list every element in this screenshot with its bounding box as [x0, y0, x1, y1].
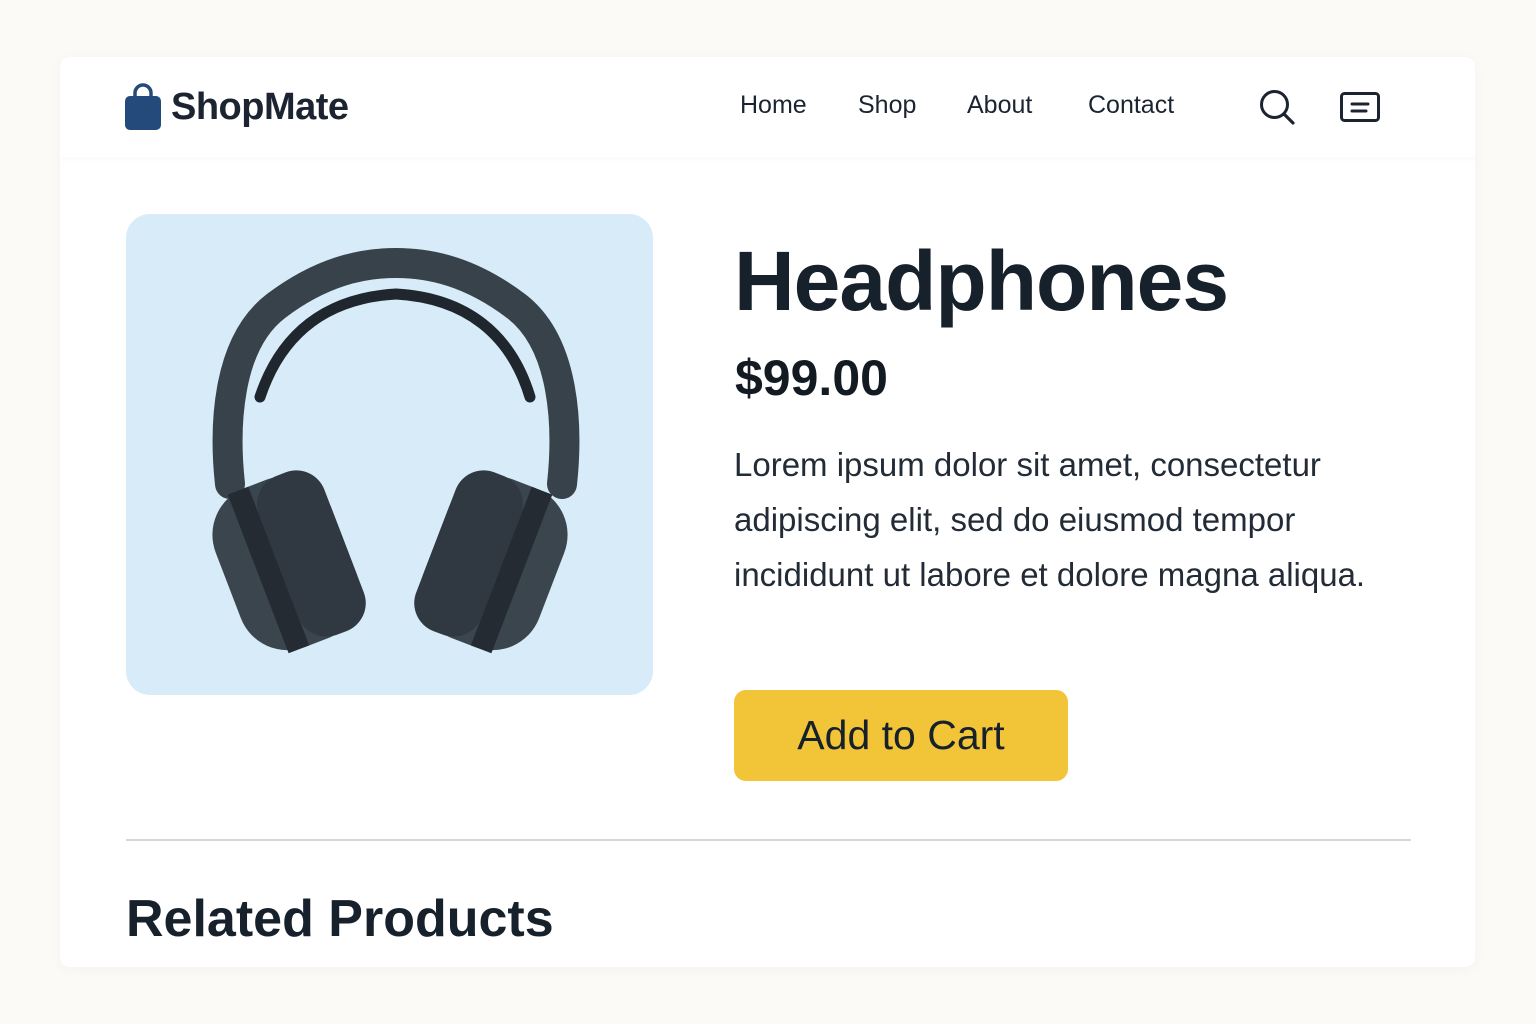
menu-icon: [1340, 92, 1380, 122]
nav-link-about[interactable]: About: [967, 91, 1032, 120]
related-products-heading: Related Products: [126, 890, 554, 948]
headphones-icon: [212, 247, 580, 654]
section-divider: [126, 839, 1411, 841]
nav-link-home[interactable]: Home: [740, 91, 807, 120]
page-frame: ShopMate Home Shop About Contact Headpho…: [60, 57, 1475, 967]
shopping-bag-icon: [125, 83, 161, 130]
brand-logo[interactable]: ShopMate: [124, 81, 349, 133]
product-title: Headphones: [734, 234, 1229, 328]
add-to-cart-button[interactable]: Add to Cart: [734, 690, 1068, 781]
brand-name: ShopMate: [171, 85, 349, 128]
nav-link-shop[interactable]: Shop: [858, 91, 916, 120]
search-button[interactable]: [1257, 87, 1297, 127]
nav-link-contact[interactable]: Contact: [1088, 91, 1174, 120]
menu-button[interactable]: [1340, 87, 1380, 127]
product-price: $99.00: [735, 350, 888, 406]
navbar: ShopMate Home Shop About Contact: [60, 57, 1475, 157]
product-image: [126, 214, 653, 695]
search-icon: [1260, 90, 1295, 125]
product-description: Lorem ipsum dolor sit amet, consectetur …: [734, 446, 1366, 593]
